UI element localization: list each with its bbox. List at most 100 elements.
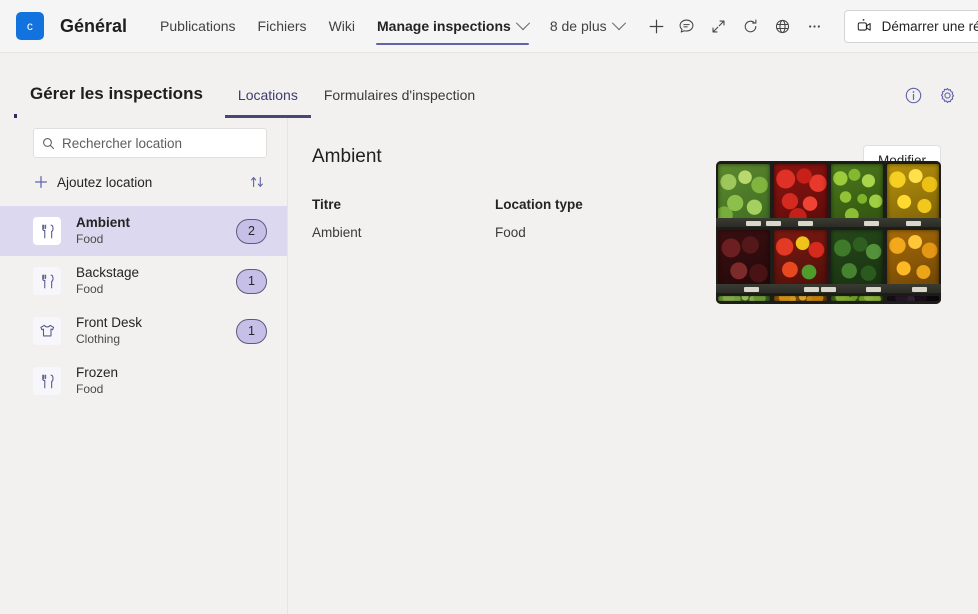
location-badge: 1 [236,268,267,294]
location-type: Food [76,282,104,296]
location-badge: 2 [236,218,267,244]
app-header: Gérer les inspections Locations Formulai… [0,53,978,118]
tab-locations[interactable]: Locations [224,87,311,118]
field-titre: Titre Ambient [312,196,495,242]
location-type: Clothing [76,332,121,346]
chevron-down-icon [611,16,626,31]
globe-icon[interactable] [768,11,798,41]
location-item-front-desk[interactable]: Front Desk Clothing 1 [0,306,287,356]
price-tag [744,286,759,292]
start-meeting-button-group: Démarrer une réunion [843,9,978,43]
tab-publications-label: Publications [160,18,236,34]
search-container [33,128,267,158]
tab-locations-label: Locations [237,87,298,103]
price-tag [821,286,836,292]
search-icon [43,137,55,149]
price-tag [906,220,921,226]
location-item-frozen[interactable]: Frozen Food [0,356,287,406]
add-tab-button[interactable] [642,11,672,41]
produce-crate [718,164,771,224]
produce-crate [830,295,883,301]
price-tag [866,286,881,292]
price-tag [804,286,819,292]
locations-sidebar: Ajoutez location [0,118,288,614]
price-tag [864,220,879,226]
produce-crate [886,229,939,290]
produce-crate [774,295,827,301]
tab-wiki-label: Wiki [328,18,355,34]
field-titre-label: Titre [312,197,342,212]
more-options-icon[interactable] [800,11,830,41]
start-meeting-button[interactable]: Démarrer une réunion [845,11,978,42]
app-header-actions [902,84,958,118]
video-camera-icon [857,18,871,31]
tab-publications[interactable]: Publications [149,0,247,52]
food-icon [33,217,61,245]
produce-crate [718,229,771,290]
location-item-backstage[interactable]: Backstage Food 1 [0,256,287,306]
expand-icon[interactable] [704,11,734,41]
location-name: Backstage [76,265,140,280]
field-location-type: Location type Food [495,196,678,242]
produce-crate [886,164,939,224]
tab-more-label: 8 de plus [549,18,607,34]
tab-manage-inspections[interactable]: Manage inspections [366,0,539,52]
photo-content [716,161,941,304]
tab-manage-inspections-label: Manage inspections [377,18,511,34]
app-canvas: Gérer les inspections Locations Formulai… [0,53,978,614]
location-detail-pane: Ambient Modifier Titre Ambient Location … [288,118,978,614]
start-meeting-label: Démarrer une réunion [881,18,978,34]
location-type: Food [76,232,104,246]
shelf-row-3 [716,292,941,304]
chevron-down-icon [515,16,530,31]
sort-arrows-icon[interactable] [247,172,267,192]
tab-inspection-forms-label: Formulaires d'inspection [323,87,476,103]
produce-crate [886,295,939,301]
gear-icon[interactable] [936,84,958,106]
shelf-row-1 [716,161,941,227]
chat-icon[interactable] [672,11,702,41]
top-bar-actions: Démarrer une réunion [672,9,978,43]
location-photo [716,161,941,304]
tab-more[interactable]: 8 de plus [539,0,635,52]
clothing-icon [33,317,61,345]
tab-fichiers[interactable]: Fichiers [247,0,318,52]
page-title: Gérer les inspections [30,84,203,103]
produce-crate [718,295,771,301]
team-avatar[interactable]: c [16,12,44,40]
price-tag [798,220,813,226]
price-tag [766,220,781,226]
locations-list: Ambient Food 2 Backstage Food 1 Front De… [0,206,287,406]
location-name: Ambient [76,215,130,230]
field-location-type-label: Location type [495,197,583,212]
app-body: Ajoutez location [0,118,978,614]
produce-crate [774,164,827,224]
location-type: Food [76,382,104,396]
location-badge: 1 [236,318,267,344]
add-location-row: Ajoutez location [33,163,267,201]
detail-title: Ambient [312,146,382,167]
tab-wiki[interactable]: Wiki [318,0,366,52]
refresh-icon[interactable] [736,11,766,41]
info-icon[interactable] [902,84,924,106]
produce-crate [830,229,883,290]
location-text: Backstage Food [76,265,139,297]
location-text: Ambient Food [76,215,130,247]
produce-crate [830,164,883,224]
location-name: Frozen [76,365,119,380]
add-location-button[interactable]: Ajoutez location [57,175,152,190]
field-location-type-value: Food [495,225,526,240]
location-name: Front Desk [76,315,143,330]
field-titre-value: Ambient [312,225,362,240]
plus-icon [649,19,664,33]
location-item-ambient[interactable]: Ambient Food 2 [0,206,287,256]
food-icon [33,367,61,395]
food-icon [33,267,61,295]
tab-fichiers-label: Fichiers [257,18,307,34]
search-input[interactable] [62,135,258,151]
location-text: Frozen Food [76,365,118,397]
price-tag [746,220,761,226]
tab-inspection-forms[interactable]: Formulaires d'inspection [311,87,488,118]
search-box[interactable] [33,128,267,158]
produce-crate [774,229,827,290]
